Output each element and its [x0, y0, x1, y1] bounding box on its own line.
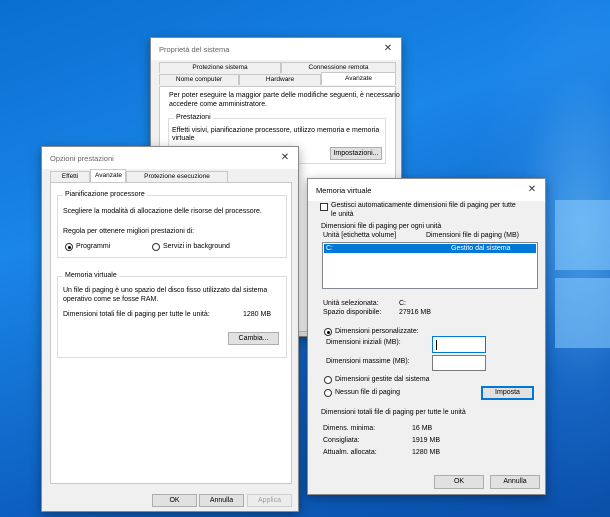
- system-properties-titlebar[interactable]: Proprietà del sistema: [151, 38, 401, 60]
- performance-desc-line1: Effetti visivi, pianificazione processor…: [172, 127, 380, 134]
- totals-section: Dimensioni totali file di paging per tut…: [316, 406, 539, 464]
- max-size-label: Dimensioni massime (MB):: [326, 358, 410, 365]
- free-space-label: Spazio disponibile:: [323, 309, 382, 316]
- tab-advanced[interactable]: Avanzate: [321, 72, 396, 85]
- processor-scheduling-title: Pianificazione processore: [63, 191, 147, 198]
- tab-computer-name[interactable]: Nome computer: [159, 74, 239, 85]
- ok-button[interactable]: OK: [434, 475, 484, 489]
- cancel-button[interactable]: Annulla: [490, 475, 540, 489]
- drive-column-header[interactable]: Unità [etichetta volume]: [323, 232, 396, 239]
- processor-scheduling-group: Pianificazione processore Scegliere la m…: [57, 191, 287, 258]
- tab-system-protection[interactable]: Protezione sistema: [159, 62, 281, 73]
- allocated-label: Attualm. allocata:: [323, 449, 377, 456]
- virtual-memory-group: Memoria virtuale Un file di paging è uno…: [57, 272, 287, 358]
- performance-tabs: Effetti visivi Avanzate Protezione esecu…: [50, 169, 228, 190]
- virtual-memory-desc-line2: operativo come se fosse RAM.: [63, 296, 159, 303]
- no-paging-label[interactable]: Nessun file di paging: [335, 389, 400, 396]
- free-space-value: 27916 MB: [399, 309, 431, 316]
- tab-row-bottom: Nome computer Hardware Avanzate: [159, 72, 396, 85]
- initial-size-label: Dimensioni iniziali (MB):: [326, 339, 401, 346]
- tab-visual-effects[interactable]: Effetti visivi: [50, 171, 90, 190]
- set-button[interactable]: Imposta: [481, 386, 534, 400]
- min-size-label: Dimens. minima:: [323, 425, 376, 432]
- auto-manage-checkbox[interactable]: [320, 203, 328, 211]
- tab-hardware[interactable]: Hardware: [239, 74, 321, 85]
- size-cell: Gestito dal sistema: [451, 245, 511, 252]
- virtual-memory-title: Memoria virtuale: [63, 272, 119, 279]
- system-managed-radio[interactable]: [324, 376, 332, 384]
- recommended-label: Consigliata:: [323, 437, 360, 444]
- total-paging-label: Dimensioni totali file di paging per tut…: [63, 311, 210, 318]
- text-caret: [436, 340, 437, 350]
- allocated-value: 1280 MB: [412, 449, 441, 456]
- background-services-label[interactable]: Servizi in background: [163, 243, 230, 250]
- max-size-input[interactable]: [432, 355, 486, 371]
- custom-size-label[interactable]: Dimensioni personalizzate:: [335, 328, 419, 335]
- custom-size-radio[interactable]: [324, 328, 332, 336]
- performance-settings-button[interactable]: Impostazioni...: [330, 147, 382, 160]
- scheduling-desc: Scegliere la modalità di allocazione del…: [63, 208, 262, 215]
- performance-options-title: Opzioni prestazioni: [50, 153, 114, 163]
- change-button[interactable]: Cambia...: [228, 332, 279, 345]
- system-properties-title: Proprietà del sistema: [159, 44, 230, 54]
- close-icon[interactable]: ✕: [381, 42, 395, 56]
- close-icon[interactable]: ✕: [278, 151, 292, 165]
- programs-radio[interactable]: [65, 243, 73, 251]
- performance-desc-line2: virtuale: [172, 135, 195, 142]
- per-drive-title: Dimensioni file di paging per ogni unità: [321, 223, 442, 230]
- min-size-value: 16 MB: [412, 425, 433, 432]
- selected-drive-value: C:: [399, 300, 406, 307]
- background-services-radio[interactable]: [152, 243, 160, 251]
- performance-options-titlebar[interactable]: Opzioni prestazioni: [42, 147, 298, 169]
- apply-button: Applica: [247, 494, 292, 507]
- programs-radio-label[interactable]: Programmi: [76, 243, 110, 250]
- performance-options-window: Opzioni prestazioni ✕ Effetti visivi Ava…: [41, 146, 299, 512]
- auto-manage-label-line2[interactable]: le unità: [331, 211, 354, 218]
- close-icon[interactable]: ✕: [525, 183, 539, 197]
- auto-manage-label-line1[interactable]: Gestisci automaticamente dimensioni file…: [331, 202, 516, 209]
- virtual-memory-desc-line1: Un file di paging è uno spazio del disco…: [63, 287, 268, 294]
- recommended-value: 1919 MB: [412, 437, 441, 444]
- per-drive-section: Dimensioni file di paging per ogni unità…: [316, 222, 539, 400]
- tab-dep[interactable]: Protezione esecuzione programmi: [126, 171, 228, 190]
- performance-group-title: Prestazioni: [174, 114, 213, 121]
- totals-title: Dimensioni totali file di paging per tut…: [321, 409, 466, 416]
- admin-note-line2: accedere come amministratore.: [169, 101, 268, 108]
- ok-button[interactable]: OK: [152, 494, 197, 507]
- virtual-memory-window-title: Memoria virtuale: [316, 185, 372, 195]
- selected-drive-label: Unità selezionata:: [323, 300, 379, 307]
- no-paging-radio[interactable]: [324, 389, 332, 397]
- admin-note-line1: Per poter eseguire la maggior parte dell…: [169, 92, 400, 99]
- initial-size-input[interactable]: [432, 336, 486, 353]
- virtual-memory-titlebar[interactable]: Memoria virtuale: [308, 179, 545, 201]
- table-row[interactable]: C: Gestito dal sistema: [324, 244, 536, 253]
- drive-list[interactable]: C: Gestito dal sistema: [322, 242, 538, 289]
- total-paging-value: 1280 MB: [243, 311, 272, 318]
- cancel-button[interactable]: Annulla: [199, 494, 244, 507]
- scheduling-prompt: Regola per ottenere migliori prestazioni…: [63, 228, 195, 235]
- system-managed-label[interactable]: Dimensioni gestite dal sistema: [335, 376, 430, 383]
- size-column-header[interactable]: Dimensioni file di paging (MB): [426, 232, 519, 239]
- performance-advanced-panel: Pianificazione processore Scegliere la m…: [50, 182, 292, 484]
- virtual-memory-window: Memoria virtuale ✕ Gestisci automaticame…: [307, 178, 546, 495]
- tab-advanced[interactable]: Avanzate: [90, 169, 126, 182]
- drive-cell: C:: [326, 245, 333, 252]
